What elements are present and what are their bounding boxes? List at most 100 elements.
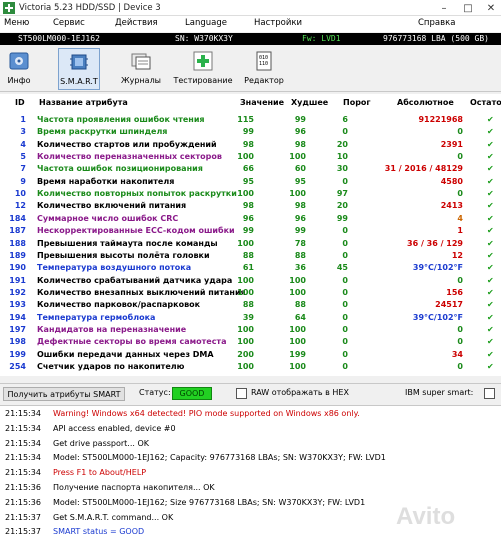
tab-info[interactable]: Инфо bbox=[3, 48, 35, 90]
attr-worst: 98 bbox=[294, 201, 306, 211]
menu-main[interactable]: Меню bbox=[4, 18, 29, 28]
attr-threshold: 0 bbox=[342, 127, 348, 137]
menu-help[interactable]: Справка bbox=[418, 18, 455, 28]
status-ok-icon: ✔ bbox=[487, 164, 494, 174]
menu-service[interactable]: Сервис bbox=[53, 18, 85, 28]
attr-value: 100 bbox=[237, 275, 254, 285]
attr-threshold: 0 bbox=[342, 226, 348, 236]
table-row[interactable]: 190 Температура воздушного потока 61 36 45 39… bbox=[0, 262, 501, 274]
watermark: Avito bbox=[396, 503, 456, 530]
attr-threshold: 45 bbox=[336, 263, 348, 273]
table-row[interactable]: 7 Частота ошибок позиционирования 66 60 30 31… bbox=[0, 163, 501, 175]
col-worst[interactable]: Худшее bbox=[291, 98, 328, 107]
attr-threshold: 0 bbox=[342, 176, 348, 186]
col-value[interactable]: Значение bbox=[240, 98, 284, 107]
table-row[interactable]: 5 Количество переназначенных секторов 100 1… bbox=[0, 151, 501, 163]
menu-actions[interactable]: Действия bbox=[115, 18, 158, 28]
raw-hex-checkbox[interactable] bbox=[236, 388, 247, 399]
table-row[interactable]: 193 Количество парковок/распарковок 88 88 0 2… bbox=[0, 299, 501, 311]
attr-raw: 12 bbox=[451, 250, 463, 260]
ibm-checkbox[interactable] bbox=[484, 388, 495, 399]
col-status[interactable]: Остато bbox=[470, 98, 501, 107]
attr-name: Количество стартов или пробуждений bbox=[37, 139, 217, 149]
attr-raw: 0 bbox=[457, 189, 463, 199]
status-ok-icon: ✔ bbox=[487, 127, 494, 137]
attr-worst: 95 bbox=[294, 176, 306, 186]
attr-threshold: 0 bbox=[342, 349, 348, 359]
status-ok-icon: ✔ bbox=[487, 337, 494, 347]
log-message: Press F1 to About/HELP bbox=[53, 468, 147, 478]
attr-raw: 0 bbox=[457, 362, 463, 371]
attr-threshold: 0 bbox=[342, 362, 348, 371]
log-message: Получение паспорта накопителя... OK bbox=[53, 483, 215, 492]
attr-name: Суммарное число ошибок CRC bbox=[37, 213, 179, 223]
maximize-icon[interactable]: □ bbox=[456, 0, 480, 16]
logs-icon bbox=[130, 50, 152, 72]
table-row[interactable]: 3 Время раскрутки шпинделя 99 96 0 0 ✔ bbox=[0, 126, 501, 138]
attr-id: 254 bbox=[9, 362, 26, 371]
tab-testing[interactable]: Тестирование bbox=[172, 48, 234, 90]
table-row[interactable]: 188 Превышения таймаута после команды 100 7… bbox=[0, 238, 501, 250]
attr-raw: 34 bbox=[451, 349, 463, 359]
status-ok-icon: ✔ bbox=[487, 263, 494, 273]
attr-name: Превышения таймаута после команды bbox=[37, 238, 218, 248]
col-name[interactable]: Название атрибута bbox=[39, 98, 128, 107]
tab-logs[interactable]: Журналы bbox=[120, 48, 162, 90]
minimize-icon[interactable]: – bbox=[432, 0, 456, 16]
ibm-label: IBM super smart: bbox=[405, 388, 474, 397]
tab-smart[interactable]: S.M.A.R.T bbox=[58, 48, 100, 90]
status-ok-icon: ✔ bbox=[487, 201, 494, 211]
attr-value: 115 bbox=[237, 115, 254, 124]
table-row[interactable]: 191 Количество срабатываний датчика удара… bbox=[0, 275, 501, 287]
table-row[interactable]: 189 Превышения высоты полёта головки 88 88 0… bbox=[0, 250, 501, 262]
toolbar: Инфо S.M.A.R.T Журналы Тестирование 010 1… bbox=[0, 46, 501, 92]
table-row[interactable]: 184 Суммарное число ошибок CRC 96 96 99 4 ✔ bbox=[0, 213, 501, 225]
menu-settings[interactable]: Настройки bbox=[254, 18, 302, 28]
log-time: 21:15:34 bbox=[5, 423, 41, 433]
close-icon[interactable]: ✕ bbox=[479, 0, 501, 16]
attr-worst: 96 bbox=[294, 127, 306, 137]
attr-raw: 0 bbox=[457, 127, 463, 137]
col-threshold[interactable]: Порог bbox=[343, 98, 371, 107]
table-row[interactable]: 12 Количество включений питания 98 98 20 2413… bbox=[0, 200, 501, 212]
col-raw[interactable]: Абсолютное bbox=[397, 98, 454, 107]
log-time: 21:15:34 bbox=[5, 453, 41, 463]
attr-threshold: 0 bbox=[342, 312, 348, 322]
attr-worst: 100 bbox=[289, 324, 306, 334]
attr-name: Температура воздушного потока bbox=[37, 263, 192, 273]
attr-worst: 88 bbox=[294, 300, 306, 310]
status-ok-icon: ✔ bbox=[487, 312, 494, 322]
status-ok-icon: ✔ bbox=[487, 152, 494, 162]
table-row[interactable]: 254 Счетчик ударов по накопителю 100 100 0 0 ✔ bbox=[0, 361, 501, 373]
status-ok-icon: ✔ bbox=[487, 287, 494, 297]
tab-editor[interactable]: 010 110 Редактор bbox=[242, 48, 286, 90]
log-entry: 21:15:34 Warning! Windows x64 detected! P… bbox=[0, 408, 501, 421]
attr-value: 100 bbox=[237, 324, 254, 334]
status-ok-icon: ✔ bbox=[487, 139, 494, 149]
table-row[interactable]: 198 Дефектные секторы во время самотеста 1… bbox=[0, 336, 501, 348]
table-row[interactable]: 197 Кандидатов на переназначение 100 100 0 0 ✔ bbox=[0, 324, 501, 336]
table-row[interactable]: 9 Время наработки накопителя 95 95 0 4580 ✔ bbox=[0, 176, 501, 188]
menu-language[interactable]: Language bbox=[185, 18, 227, 28]
drive-info-icon bbox=[8, 50, 30, 72]
table-row[interactable]: 192 Количество внезапных выключений питан… bbox=[0, 287, 501, 299]
attr-worst: 99 bbox=[294, 226, 306, 236]
log-time: 21:15:37 bbox=[5, 512, 41, 522]
col-id[interactable]: ID bbox=[15, 98, 25, 107]
status-badge: GOOD bbox=[172, 387, 212, 400]
table-row[interactable]: 199 Ошибки передачи данных через DMA 200 19… bbox=[0, 349, 501, 361]
attr-value: 98 bbox=[242, 201, 254, 211]
log-time: 21:15:34 bbox=[5, 438, 41, 448]
status-ok-icon: ✔ bbox=[487, 176, 494, 186]
table-row[interactable]: 187 Нескорректированные ECC-кодом ошибки 9… bbox=[0, 225, 501, 237]
table-row[interactable]: 4 Количество стартов или пробуждений 98 98 2… bbox=[0, 139, 501, 151]
attr-raw: 91221968 bbox=[418, 115, 463, 124]
table-row[interactable]: 194 Температура гермоблока 39 64 0 39°C/102°F… bbox=[0, 312, 501, 324]
attr-worst: 100 bbox=[289, 362, 306, 371]
attr-value: 95 bbox=[242, 176, 254, 186]
editor-binary-icon: 010 110 bbox=[253, 50, 275, 72]
table-row[interactable]: 1 Частота проявления ошибок чтения 115 99 6 9… bbox=[0, 114, 501, 126]
get-smart-button[interactable]: Получить атрибуты SMART bbox=[3, 387, 125, 401]
table-row[interactable]: 10 Количество повторных попыток раскрутки… bbox=[0, 188, 501, 200]
menu-bar: Меню Сервис Действия Language Настройки … bbox=[0, 16, 501, 32]
